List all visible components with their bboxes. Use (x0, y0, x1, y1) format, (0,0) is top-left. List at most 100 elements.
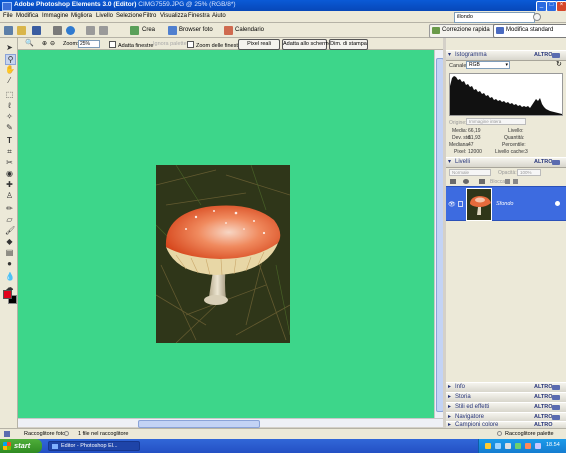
layers-palette-header[interactable]: ▾ Livelli ALTRO (446, 157, 566, 168)
browser-foto-label[interactable]: Browser foto (179, 27, 213, 33)
layers-more-button[interactable]: ALTRO (534, 159, 553, 165)
red-eye-icon[interactable]: ◉ (5, 169, 14, 178)
histogram-more-button[interactable]: ALTRO (534, 52, 553, 58)
photo-browser-icon[interactable] (168, 26, 177, 35)
palette-bin-icon[interactable] (497, 431, 502, 436)
open-folder-icon[interactable] (17, 26, 26, 35)
redo-icon[interactable] (99, 26, 108, 35)
quick-fix-button[interactable]: Correzione rapida (429, 24, 503, 38)
magic-wand-icon[interactable]: ✧ (5, 112, 14, 121)
checkbox-box[interactable] (109, 41, 116, 48)
gradient-tool-icon[interactable]: ▤ (5, 248, 14, 257)
volume-icon[interactable] (535, 443, 541, 449)
expand-arrow-icon[interactable]: ▸ (448, 421, 451, 428)
menu-livello[interactable]: Livello (96, 13, 113, 19)
eraser-tool-icon[interactable]: ▱ (5, 215, 14, 224)
more-menu-icon[interactable] (552, 53, 560, 58)
expand-arrow-icon[interactable]: ▸ (448, 383, 451, 390)
channel-select[interactable]: RGB ▾ (466, 61, 510, 69)
lock-all-icon[interactable] (513, 179, 518, 184)
more-menu-icon[interactable] (552, 415, 560, 420)
paint-bucket-icon[interactable]: ◆ (5, 237, 14, 246)
adjustment-layer-icon[interactable] (463, 179, 469, 184)
search-input[interactable]: illondo (454, 12, 535, 23)
type-tool-icon[interactable]: T (5, 136, 14, 145)
move-tool-icon[interactable]: ➤ (5, 43, 14, 52)
eye-visibility-icon[interactable]: 👁 (448, 201, 456, 208)
dim-stampa-button[interactable]: Dim. di stampa (329, 39, 368, 50)
history-more-button[interactable]: ALTRO (534, 394, 553, 400)
palette-bin-label[interactable]: Raccoglitore palette (505, 431, 554, 437)
tray-icon[interactable] (495, 443, 501, 449)
histogram-palette-header[interactable]: ▾ Istogramma ALTRO (446, 50, 566, 61)
more-menu-icon[interactable] (552, 405, 560, 410)
print-icon[interactable] (53, 26, 62, 35)
start-button[interactable]: start (0, 439, 42, 453)
zoom-in-icon[interactable]: ⊕ (42, 40, 47, 47)
photo-bin-icon[interactable] (4, 431, 10, 437)
layer-link-icon[interactable] (458, 201, 463, 207)
shape-tool-icon[interactable]: ● (5, 259, 14, 268)
hand-tool-icon[interactable]: ✋ (5, 65, 15, 74)
info-more-button[interactable]: ALTRO (534, 384, 553, 390)
menu-modifica[interactable]: Modifica (16, 13, 38, 19)
navigator-more-button[interactable]: ALTRO (534, 414, 553, 420)
bin-options-icon[interactable] (64, 431, 69, 436)
help-icon[interactable] (533, 13, 541, 21)
delete-layer-icon[interactable] (479, 179, 485, 184)
zoom-out-icon[interactable]: ⊖ (50, 40, 55, 47)
expand-arrow-icon[interactable]: ▸ (448, 413, 451, 420)
save-icon[interactable] (32, 26, 41, 35)
new-file-icon[interactable] (4, 26, 13, 35)
foreground-color-swatch[interactable] (3, 290, 12, 299)
create-icon[interactable] (130, 26, 139, 35)
lasso-tool-icon[interactable]: ℓ (5, 101, 14, 110)
zoom-finestre-checkbox[interactable]: Zoom delle finestre (187, 41, 243, 49)
calendar-icon[interactable] (224, 26, 233, 35)
blur-tool-icon[interactable]: 💧 (5, 272, 15, 281)
layer-name[interactable]: Sfondo (496, 201, 513, 207)
crea-label[interactable]: Crea (142, 27, 155, 33)
pixel-reali-button[interactable]: Pixel reali (238, 39, 280, 50)
marquee-tool-icon[interactable]: ⬚ (5, 90, 14, 99)
new-layer-icon[interactable] (450, 179, 456, 184)
eyedropper-tool-icon[interactable]: ⁄ (5, 76, 14, 85)
online-services-icon[interactable] (66, 26, 75, 35)
zoom-value-field[interactable]: 25% (78, 40, 100, 48)
cookie-cutter-icon[interactable]: ✂ (5, 158, 14, 167)
more-menu-icon[interactable] (552, 160, 560, 165)
styles-effects-more-button[interactable]: ALTRO (534, 404, 553, 410)
horizontal-scroll-thumb[interactable] (138, 420, 260, 428)
image-canvas[interactable] (18, 50, 434, 418)
taskbar-item-editor[interactable]: Editor - Photoshop El... (48, 441, 140, 451)
layer-row[interactable]: 👁 Sfondo (446, 186, 566, 221)
tray-icon[interactable] (515, 443, 521, 449)
collapse-arrow-icon[interactable]: ▾ (448, 158, 451, 165)
collapse-arrow-icon[interactable]: ▾ (448, 51, 451, 58)
healing-brush-icon[interactable]: ✚ (5, 180, 14, 189)
more-menu-icon[interactable] (552, 395, 560, 400)
photo-bin-label[interactable]: Raccoglitore foto (24, 431, 65, 437)
menu-file[interactable]: File (3, 13, 13, 19)
menu-immagine[interactable]: Immagine (42, 13, 68, 19)
undo-icon[interactable] (86, 26, 95, 35)
tray-icon[interactable] (485, 443, 491, 449)
vertical-scrollbar[interactable] (434, 50, 444, 418)
clone-stamp-icon[interactable]: ♙ (5, 191, 14, 200)
menu-filtro[interactable]: Filtro (143, 13, 156, 19)
selection-brush-icon[interactable]: ✎ (5, 123, 14, 132)
checkbox-box[interactable] (187, 41, 194, 48)
menu-visualizza[interactable]: Visualizza (160, 13, 187, 19)
expand-arrow-icon[interactable]: ▸ (448, 393, 451, 400)
document-image[interactable] (156, 165, 290, 343)
standard-edit-button[interactable]: Modifica standard (493, 24, 566, 38)
clock[interactable]: 18.54 (546, 442, 560, 448)
expand-arrow-icon[interactable]: ▸ (448, 403, 451, 410)
adatta-finestre-checkbox[interactable]: Adatta finestre (109, 41, 153, 49)
menu-selezione[interactable]: Selezione (116, 13, 142, 19)
horizontal-scrollbar[interactable] (18, 418, 443, 428)
menu-aiuto[interactable]: Aiuto (212, 13, 226, 19)
pencil-tool-icon[interactable]: ✏ (5, 204, 14, 213)
calendario-label[interactable]: Calendario (235, 27, 264, 33)
lock-transparency-icon[interactable] (505, 179, 510, 184)
